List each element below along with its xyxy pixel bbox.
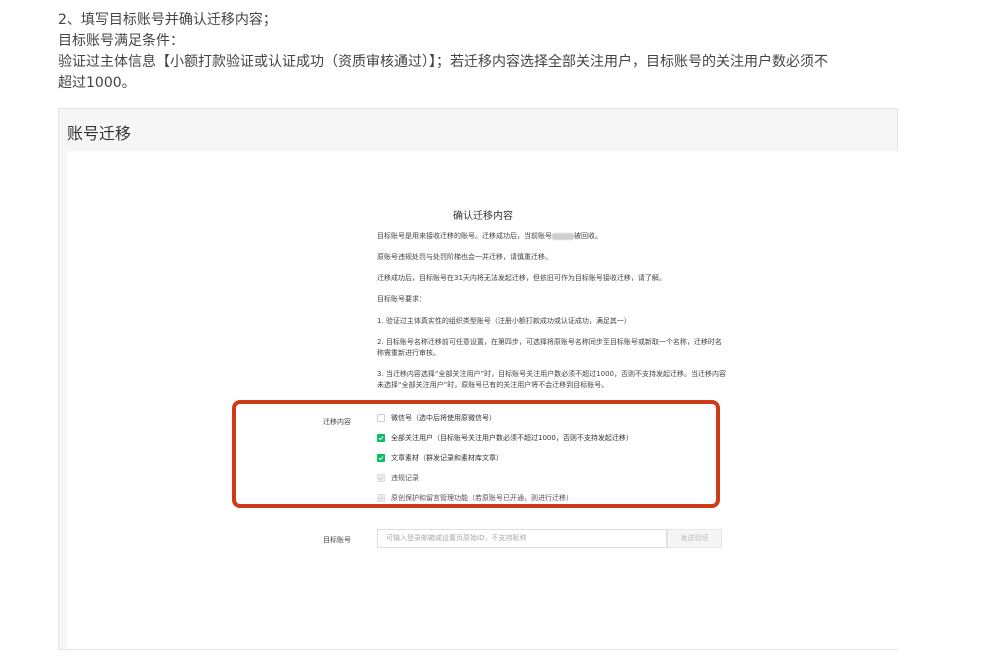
dialog-p1-end: 被回收。 <box>574 232 602 240</box>
send-verification-button[interactable]: 发送验证 <box>667 529 722 548</box>
target-account-input[interactable]: 可输入登录邮箱或设置页原始ID，不支持昵称 <box>377 529 667 548</box>
dialog-paragraph-6: 2. 目标账号名称迁移前可任意设置，在第四步，可选择将原账号名称同步至目标账号或… <box>377 338 722 357</box>
intro-line-1: 2、填写目标账号并确认迁移内容； <box>58 12 277 28</box>
highlight-box <box>232 400 720 508</box>
dialog-paragraph-2: 原账号违规处罚与处罚阶梯也会一并迁移，请慎重迁移。 <box>377 253 552 261</box>
migration-card: 账号迁移 确认迁移内容 目标账号是用来接收迁移的账号。迁移成功后，当前账号 被回收… <box>58 108 899 650</box>
dialog-paragraph-3: 迁移成功后，目标账号在31天内将无法发起迁移，但依旧可作为目标账号接收迁移，请了… <box>377 274 666 282</box>
target-account-label: 目标账号 <box>323 536 351 544</box>
dialog-paragraph-7: 3. 当迁移内容选择“全部关注用户”时，目标账号关注用户数必须不超过1000，否… <box>377 370 726 389</box>
dialog-paragraph-1: 目标账号是用来接收迁移的账号。迁移成功后，当前账号 被回收。 <box>377 231 727 242</box>
card-title: 账号迁移 <box>67 124 132 143</box>
intro-line-2: 目标账号满足条件： <box>58 33 184 49</box>
dialog-paragraph-4: 目标账号要求： <box>377 295 426 303</box>
intro-line-4: 超过1000。 <box>58 75 136 91</box>
intro-line-3: 验证过主体信息【小额打款验证或认证成功（资质审核通过）】；若迁移内容选择全部关注… <box>58 54 828 70</box>
dialog-paragraph-5: 1. 验证过主体真实性的组织类型账号（注册小额打款成功或认证成功，满足其一） <box>377 317 631 325</box>
dialog-title: 确认迁移内容 <box>453 211 513 222</box>
redacted-account <box>552 232 574 240</box>
dialog-p1-start: 目标账号是用来接收迁移的账号。迁移成功后，当前账号 <box>377 232 552 240</box>
intro-text: 2、填写目标账号并确认迁移内容； 目标账号满足条件： 验证过主体信息【小额打款验… <box>58 10 918 94</box>
